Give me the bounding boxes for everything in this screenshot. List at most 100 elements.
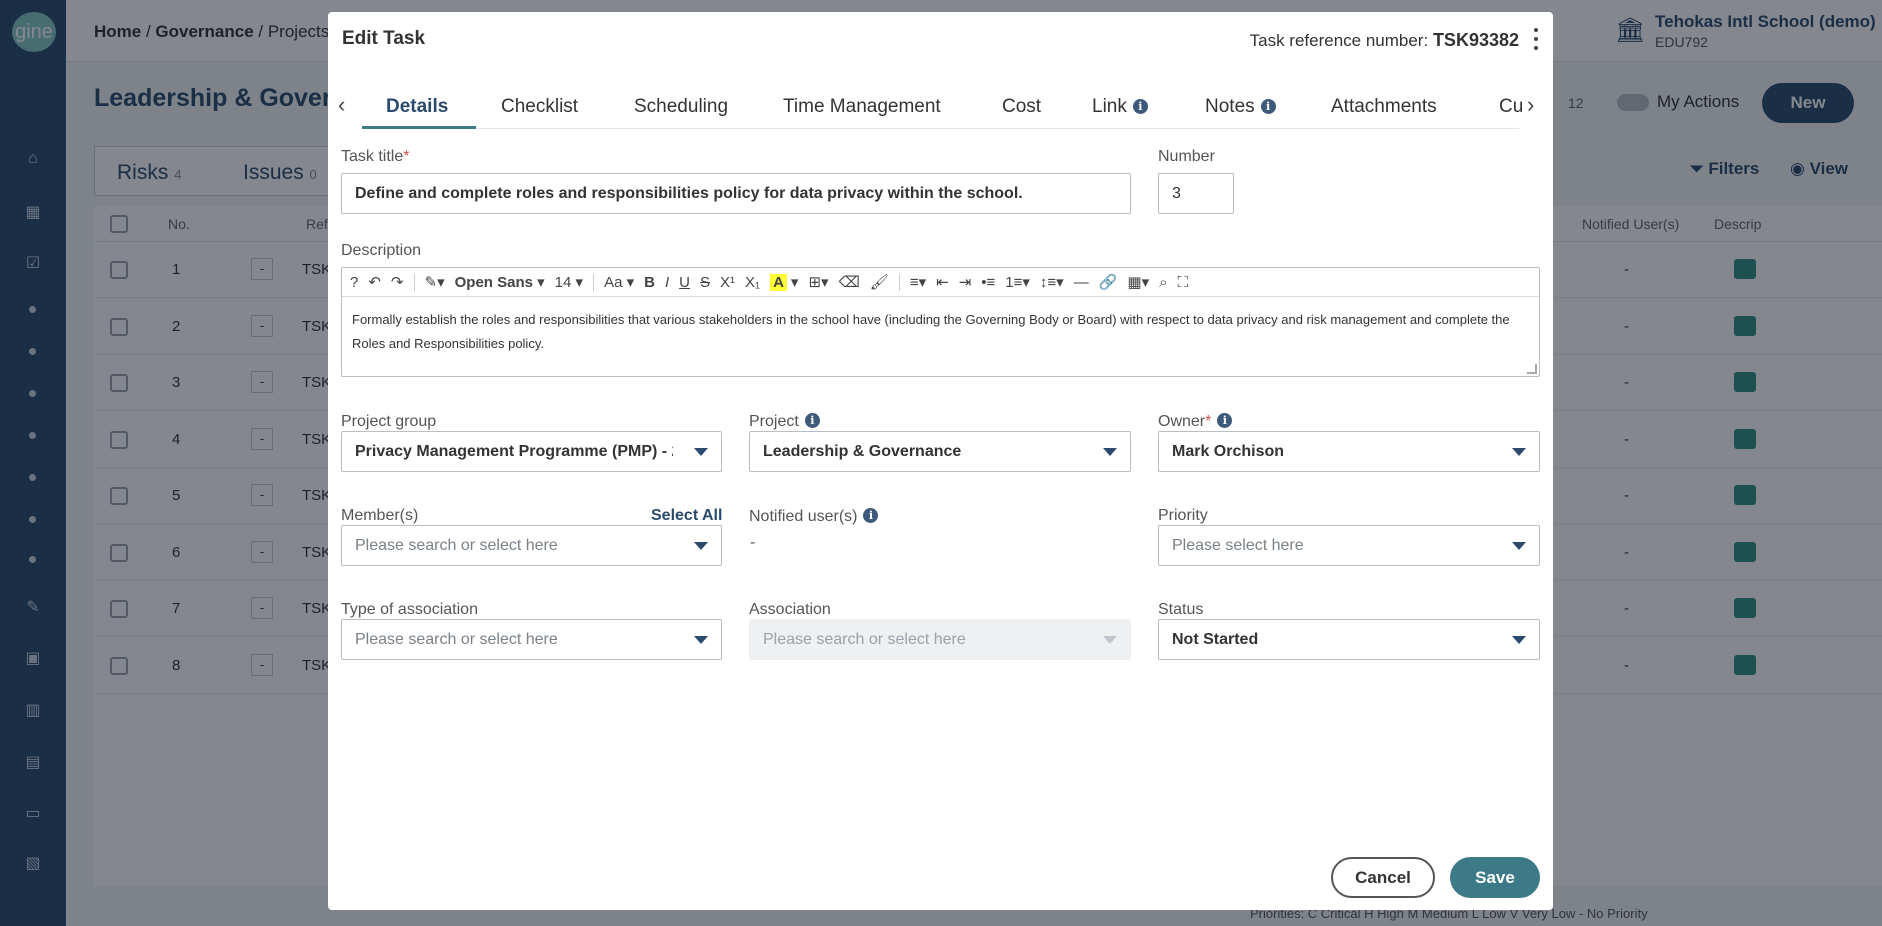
type-of-association-label: Type of association xyxy=(341,601,478,618)
association-label: Association xyxy=(749,601,831,618)
font-size-value: 14 xyxy=(554,273,572,291)
text-case-dropdown[interactable]: Aa ▾ xyxy=(604,273,634,292)
association-placeholder: Please search or select here xyxy=(763,630,966,648)
save-button[interactable]: Save xyxy=(1450,857,1540,898)
edit-task-modal: Edit Task Task reference number: TSK9338… xyxy=(328,12,1553,910)
task-title-label: Task title* xyxy=(341,148,409,166)
tab-checklist[interactable]: Checklist xyxy=(501,96,578,118)
task-reference-label: Task reference number: xyxy=(1249,31,1429,50)
highlight-color-icon[interactable]: A xyxy=(770,273,787,291)
info-icon: i xyxy=(1132,99,1148,114)
chevron-down-icon xyxy=(1512,448,1526,456)
type-of-association-placeholder: Please search or select here xyxy=(355,630,558,648)
strikethrough-icon[interactable]: S xyxy=(700,274,710,291)
owner-label-text: Owner xyxy=(1158,413,1206,430)
tab-scheduling[interactable]: Scheduling xyxy=(634,96,728,118)
description-text[interactable]: Formally establish the roles and respons… xyxy=(352,308,1527,356)
font-family-dropdown[interactable]: Open Sans ▾ xyxy=(455,273,545,292)
members-select[interactable]: Please search or select here xyxy=(341,525,722,566)
tab-link[interactable]: Link i xyxy=(1092,96,1148,118)
superscript-icon[interactable]: X¹ xyxy=(720,274,735,291)
notified-users-value: - xyxy=(750,534,756,551)
cancel-button[interactable]: Cancel xyxy=(1331,857,1435,898)
project-value: Leadership & Governance xyxy=(763,442,962,460)
tabs-scroll-left-icon[interactable]: ‹ xyxy=(338,94,352,116)
project-label: Project i xyxy=(749,413,820,431)
align-icon[interactable]: ≡▾ xyxy=(910,273,926,291)
bullet-list-icon[interactable]: •≡ xyxy=(981,274,995,291)
tab-attachments[interactable]: Attachments xyxy=(1331,96,1437,118)
description-editor: ? ↶ ↷ ✎▾ Open Sans ▾ 14 ▾ Aa ▾ B I U S X… xyxy=(341,267,1540,377)
tabs-divider xyxy=(362,128,1519,129)
paint-format-icon[interactable]: ✎▾ xyxy=(425,273,445,291)
chevron-down-icon xyxy=(1512,542,1526,550)
owner-label: Owner* i xyxy=(1158,413,1233,431)
font-size-dropdown[interactable]: 14 ▾ xyxy=(554,273,583,292)
line-height-icon[interactable]: ↕≡▾ xyxy=(1040,273,1064,291)
chevron-down-icon xyxy=(1103,636,1117,644)
project-select[interactable]: Leadership & Governance xyxy=(749,431,1131,472)
tab-link-label: Link xyxy=(1092,96,1127,117)
type-of-association-select[interactable]: Please search or select here xyxy=(341,619,722,660)
eraser-icon[interactable]: ⌫ xyxy=(839,273,860,291)
info-icon[interactable]: i xyxy=(1217,413,1233,428)
required-marker: * xyxy=(403,148,410,165)
undo-icon[interactable]: ↶ xyxy=(368,273,381,291)
task-title-input[interactable]: Define and complete roles and responsibi… xyxy=(341,173,1131,214)
owner-select[interactable]: Mark Orchison xyxy=(1158,431,1540,472)
table-icon[interactable]: ▦▾ xyxy=(1127,273,1149,291)
more-options-icon[interactable] xyxy=(1533,28,1539,50)
notified-users-label-text: Notified user(s) xyxy=(749,508,858,525)
link-icon[interactable]: 🔗 xyxy=(1099,273,1118,291)
chevron-down-icon xyxy=(1103,448,1117,456)
outdent-icon[interactable]: ⇤ xyxy=(936,273,949,291)
tabs-scroll-right-icon[interactable]: › xyxy=(1527,94,1541,116)
fullscreen-icon[interactable]: ⛶ xyxy=(1178,274,1189,291)
tab-details[interactable]: Details xyxy=(386,96,448,118)
tab-time-management[interactable]: Time Management xyxy=(783,96,941,118)
info-icon: i xyxy=(1260,99,1276,114)
project-label-text: Project xyxy=(749,413,799,430)
info-icon[interactable]: i xyxy=(863,508,879,523)
tab-notes[interactable]: Notes i xyxy=(1205,96,1276,118)
task-title-label-text: Task title xyxy=(341,148,404,165)
modal-tabs: ‹ Details Checklist Scheduling Time Mana… xyxy=(328,84,1553,130)
chevron-down-icon xyxy=(694,636,708,644)
info-icon[interactable]: i xyxy=(804,413,820,428)
association-select: Please search or select here xyxy=(749,619,1131,660)
brush-icon[interactable]: 🖌 xyxy=(870,273,889,291)
priority-placeholder: Please select here xyxy=(1172,536,1304,554)
resize-handle-icon[interactable] xyxy=(1527,364,1537,374)
underline-icon[interactable]: U xyxy=(679,274,690,291)
highlight-dropdown-icon[interactable]: ▾ xyxy=(791,273,799,291)
italic-icon[interactable]: I xyxy=(665,274,669,291)
redo-icon[interactable]: ↷ xyxy=(391,273,404,291)
active-tab-indicator xyxy=(362,126,476,129)
editor-toolbar: ? ↶ ↷ ✎▾ Open Sans ▾ 14 ▾ Aa ▾ B I U S X… xyxy=(342,268,1539,297)
number-input[interactable]: 3 xyxy=(1158,173,1234,214)
bold-icon[interactable]: B xyxy=(644,274,655,291)
horizontal-rule-icon[interactable]: — xyxy=(1074,274,1089,291)
find-icon[interactable]: ⌕ xyxy=(1159,274,1167,291)
chevron-down-icon xyxy=(694,448,708,456)
select-all-members-link[interactable]: Select All xyxy=(651,507,722,525)
indent-icon[interactable]: ⇥ xyxy=(959,273,972,291)
subscript-icon[interactable]: X₁ xyxy=(745,274,760,291)
chevron-down-icon xyxy=(1512,636,1526,644)
members-label: Member(s) xyxy=(341,507,419,524)
project-group-select[interactable]: Privacy Management Programme (PMP) - 20 xyxy=(341,431,722,472)
owner-value: Mark Orchison xyxy=(1172,442,1285,460)
members-placeholder: Please search or select here xyxy=(355,536,558,554)
project-group-value: Privacy Management Programme (PMP) - 20 xyxy=(355,442,673,460)
tab-cost[interactable]: Cost xyxy=(1002,96,1041,118)
project-group-label: Project group xyxy=(341,413,437,430)
status-label: Status xyxy=(1158,601,1204,618)
priority-label: Priority xyxy=(1158,507,1208,524)
insert-icon[interactable]: ⊞▾ xyxy=(808,273,828,291)
help-icon[interactable]: ? xyxy=(350,274,358,291)
priority-select[interactable]: Please select here xyxy=(1158,525,1540,566)
status-select[interactable]: Not Started xyxy=(1158,619,1540,660)
notified-users-label: Notified user(s) i xyxy=(749,508,879,526)
chevron-down-icon xyxy=(694,542,708,550)
numbered-list-icon[interactable]: 1≡▾ xyxy=(1005,273,1030,291)
